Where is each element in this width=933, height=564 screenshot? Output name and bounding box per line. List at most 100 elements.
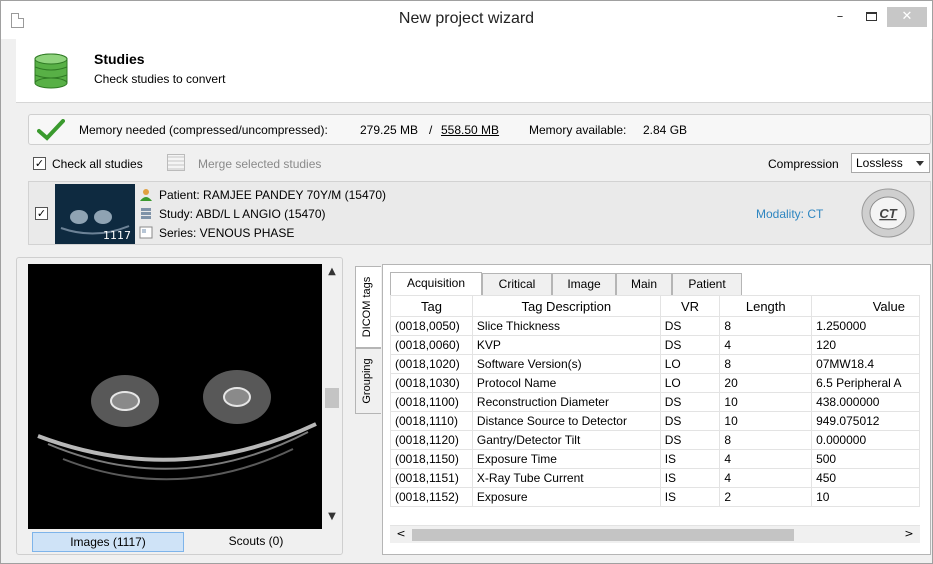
patient-line: Patient: RAMJEE PANDEY 70Y/M (15470): [139, 188, 386, 202]
check-all-checkbox[interactable]: ✓: [33, 157, 46, 170]
value-cell: 450: [811, 468, 920, 488]
scroll-left-icon[interactable]: <: [392, 527, 410, 543]
ct-slice-image: [37, 370, 317, 481]
memory-available-value: 2.84 GB: [643, 123, 688, 137]
table-row[interactable]: (0018,1151) X-Ray Tube Current IS 4 450: [390, 468, 920, 488]
table-row[interactable]: (0018,0050) Slice Thickness DS 8 1.250000: [390, 316, 920, 336]
description-cell: Exposure Time: [471, 449, 661, 469]
vr-cell: DS: [659, 316, 721, 336]
patient-icon: [140, 189, 152, 201]
study-icon: [141, 208, 151, 219]
tab-scouts[interactable]: Scouts (0): [191, 532, 321, 552]
vr-cell: LO: [659, 354, 721, 374]
column-header-length[interactable]: Length: [719, 295, 813, 317]
tags-table-viewport: Tag Tag Description VR Length Value (001…: [390, 295, 920, 525]
memory-compressed-value: 279.25 MB: [360, 123, 419, 137]
tab-acquisition[interactable]: Acquisition: [390, 272, 482, 295]
scroll-up-icon[interactable]: ▲: [323, 266, 341, 282]
tab-critical[interactable]: Critical: [482, 273, 552, 295]
scrollbar-thumb[interactable]: [325, 388, 339, 408]
table-row[interactable]: (0018,1150) Exposure Time IS 4 500: [390, 449, 920, 469]
tag-cell: (0018,1030): [390, 373, 473, 393]
minimize-button[interactable]: –: [827, 7, 853, 27]
vr-cell: DS: [659, 430, 721, 450]
tag-cell: (0018,0060): [390, 335, 473, 355]
description-cell: KVP: [471, 335, 661, 355]
series-icon: [139, 226, 153, 239]
length-cell: 4: [719, 335, 813, 355]
table-row[interactable]: (0018,1110) Distance Source to Detector DS…: [390, 411, 920, 431]
page-subtitle: Check studies to convert: [94, 72, 226, 86]
memory-needed-label: Memory needed (compressed/uncompressed):: [79, 123, 328, 137]
tag-cell: (0018,0050): [390, 316, 473, 336]
length-cell: 8: [719, 354, 813, 374]
column-header-vr[interactable]: VR: [659, 295, 721, 317]
hscrollbar-thumb[interactable]: [412, 529, 794, 541]
study-row[interactable]: ✓ 1117 Patient: RAMJEE PANDEY 70Y/M (154…: [28, 181, 931, 245]
series-info: Series: VENOUS PHASE: [159, 226, 295, 240]
column-header-description[interactable]: Tag Description: [471, 295, 661, 317]
wizard-window: New project wizard – ✕ Studies Check stu…: [0, 0, 933, 564]
tab-image[interactable]: Image: [552, 273, 616, 295]
column-header-value[interactable]: Value: [811, 295, 920, 317]
check-all-label[interactable]: Check all studies: [52, 157, 143, 171]
dicom-tags-table: Tag Tag Description VR Length Value (001…: [390, 295, 920, 507]
value-cell: 438.000000: [811, 392, 920, 412]
patient-info: Patient: RAMJEE PANDEY 70Y/M (15470): [159, 188, 386, 202]
length-cell: 4: [719, 468, 813, 488]
value-cell: 500: [811, 449, 920, 469]
length-cell: 20: [719, 373, 813, 393]
tags-horizontal-scrollbar[interactable]: < >: [390, 525, 920, 543]
length-cell: 8: [719, 316, 813, 336]
scroll-right-icon[interactable]: >: [900, 527, 918, 543]
merge-studies-button[interactable]: Merge selected studies: [198, 157, 321, 171]
table-row[interactable]: (0018,1100) Reconstruction Diameter DS 10 43…: [390, 392, 920, 412]
memory-uncompressed-link[interactable]: 558.50 MB: [441, 123, 499, 137]
close-button[interactable]: ✕: [887, 7, 927, 27]
table-row[interactable]: (0018,1030) Protocol Name LO 20 6.5 Peripher…: [390, 373, 920, 393]
tab-patient[interactable]: Patient: [672, 273, 742, 295]
checkmark-icon: [37, 119, 65, 141]
ct-modality-badge: CT: [861, 188, 915, 238]
merge-icon: [167, 154, 185, 171]
vr-cell: DS: [659, 411, 721, 431]
page-title: Studies: [94, 51, 145, 67]
column-header-tag[interactable]: Tag: [390, 295, 473, 317]
value-cell: 07MW18.4: [811, 354, 920, 374]
viewer-scrollbar[interactable]: ▲ ▼: [323, 264, 341, 529]
study-line: Study: ABD/L L ANGIO (15470): [139, 207, 326, 221]
compression-label: Compression: [768, 157, 839, 171]
table-row[interactable]: (0018,0060) KVP DS 4 120: [390, 335, 920, 355]
tag-cell: (0018,1150): [390, 449, 473, 469]
scroll-down-icon[interactable]: ▼: [323, 511, 341, 527]
ct-image-viewer[interactable]: [28, 264, 322, 529]
length-cell: 4: [719, 449, 813, 469]
tab-main[interactable]: Main: [616, 273, 672, 295]
table-header-row: Tag Tag Description VR Length Value: [390, 295, 920, 317]
tab-grouping[interactable]: Grouping: [355, 348, 381, 414]
chevron-down-icon: [916, 161, 924, 166]
tab-dicom-tags[interactable]: DICOM tags: [355, 266, 381, 348]
vr-cell: LO: [659, 373, 721, 393]
tab-images[interactable]: Images (1117): [32, 532, 184, 552]
vr-cell: IS: [659, 449, 721, 469]
memory-bar: Memory needed (compressed/uncompressed):…: [28, 114, 931, 145]
value-cell: 949.075012: [811, 411, 920, 431]
table-row[interactable]: (0018,1152) Exposure IS 2 10: [390, 487, 920, 507]
memory-separator: /: [429, 123, 433, 137]
compression-select[interactable]: Lossless: [851, 153, 930, 173]
value-cell: 0.000000: [811, 430, 920, 450]
compression-value: Lossless: [856, 156, 903, 170]
maximize-button[interactable]: [858, 7, 884, 27]
ct-badge-text: CT: [879, 206, 897, 221]
study-thumbnail: 1117: [55, 184, 135, 244]
table-row[interactable]: (0018,1120) Gantry/Detector Tilt DS 8 0.0000…: [390, 430, 920, 450]
tag-cell: (0018,1100): [390, 392, 473, 412]
study-checkbox[interactable]: ✓: [35, 207, 48, 220]
length-cell: 10: [719, 411, 813, 431]
database-icon: [34, 53, 68, 89]
table-row[interactable]: (0018,1020) Software Version(s) LO 8 07MW18.…: [390, 354, 920, 374]
tag-cell: (0018,1151): [390, 468, 473, 488]
description-cell: Exposure: [471, 487, 661, 507]
vr-cell: IS: [659, 468, 721, 488]
